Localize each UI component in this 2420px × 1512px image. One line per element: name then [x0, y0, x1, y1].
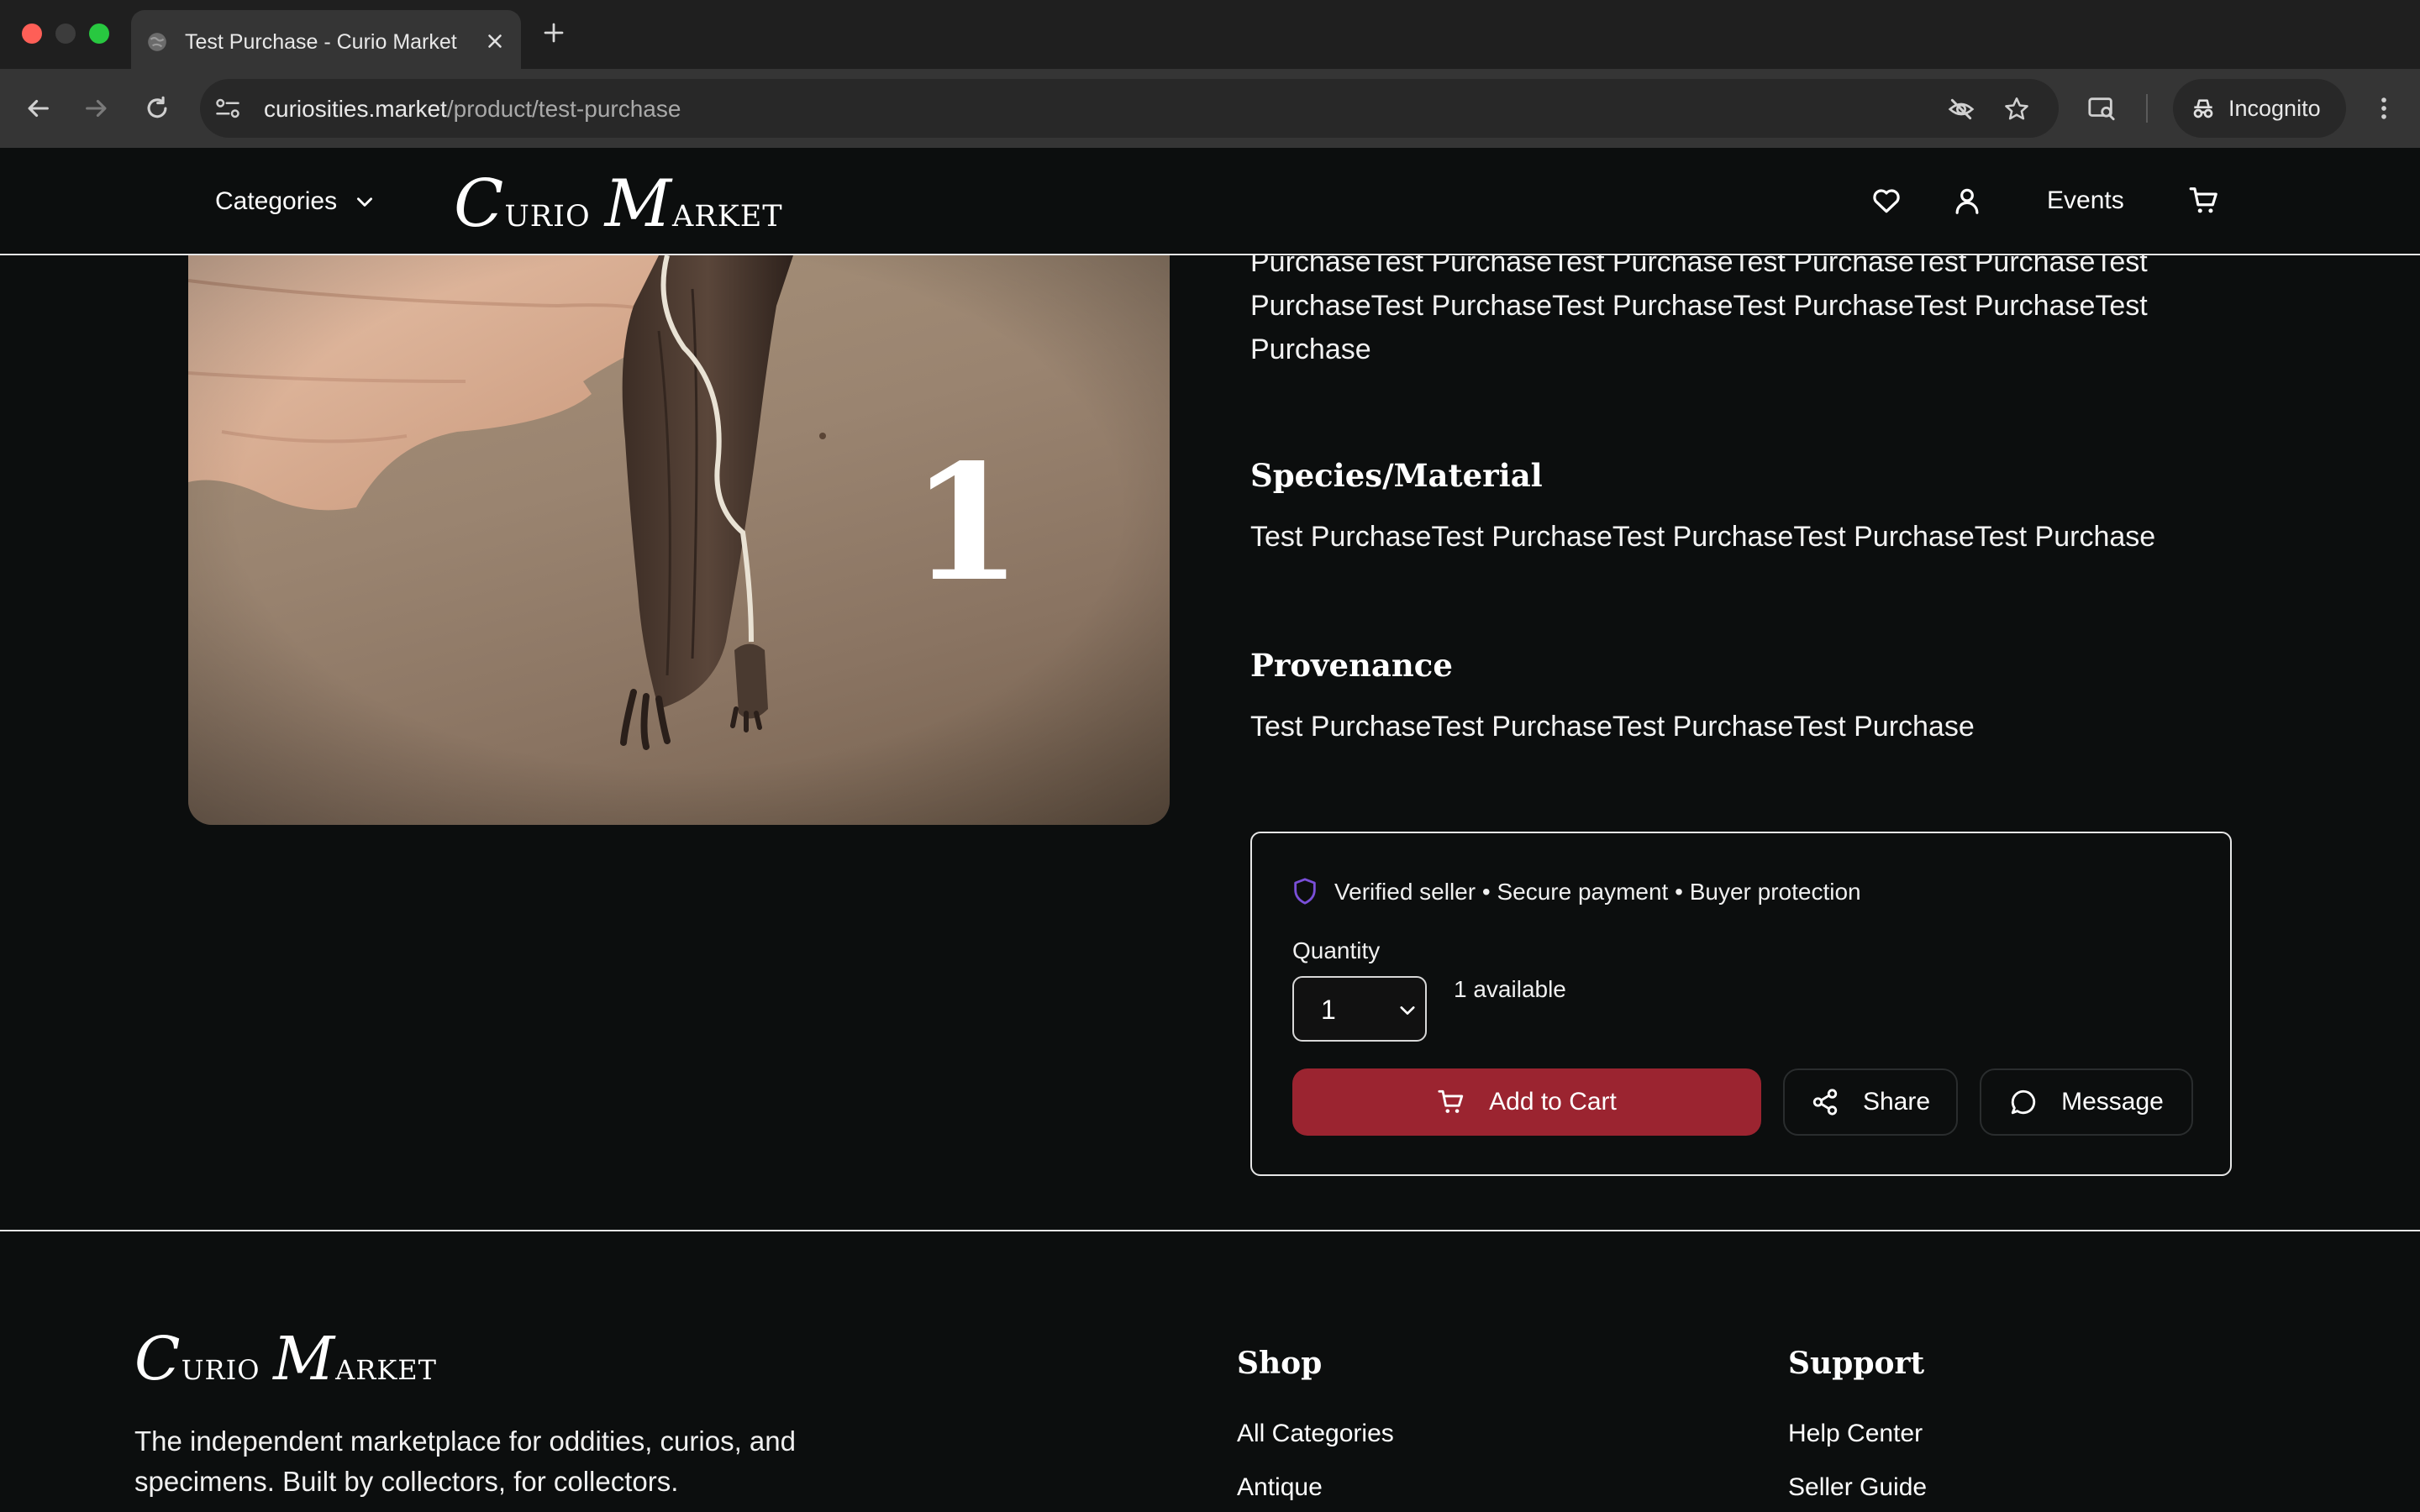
footer-tagline: The independent marketplace for oddities…	[134, 1421, 891, 1502]
quantity-select[interactable]: 1	[1292, 976, 1427, 1042]
message-bubble-icon	[2011, 1089, 2036, 1115]
cart-icon[interactable]	[2188, 185, 2220, 217]
provenance-text: Test PurchaseTest PurchaseTest PurchaseT…	[1250, 711, 1975, 743]
footer-divider	[0, 1230, 2420, 1231]
forward-icon[interactable]	[82, 94, 111, 123]
message-button[interactable]: Message	[1980, 1068, 2193, 1136]
site-logo[interactable]: Curio Market	[454, 166, 783, 242]
address-bar[interactable]: curiosities.market/product/test-purchase	[200, 79, 2059, 138]
logo-word-two: arket	[671, 187, 783, 236]
share-button[interactable]: Share	[1783, 1068, 1958, 1136]
reload-icon[interactable]	[143, 94, 171, 123]
tab-title: Test Purchase - Curio Market	[185, 30, 457, 54]
more-menu-icon[interactable]	[2370, 94, 2398, 123]
incognito-indicator[interactable]: Incognito	[2173, 79, 2346, 138]
description-line: Purchase	[1250, 333, 1371, 365]
toolbar-separator	[2146, 94, 2148, 123]
site-header: Categories Curio Market Events	[0, 148, 2420, 255]
footer-logo-word-two: arket	[335, 1343, 437, 1389]
back-icon[interactable]	[24, 94, 52, 123]
browser-tab-active[interactable]: Test Purchase - Curio Market	[131, 10, 521, 69]
categories-dropdown[interactable]: Categories	[215, 183, 376, 220]
description-line: PurchaseTest PurchaseTest PurchaseTest P…	[1250, 290, 2148, 322]
wishlist-heart-icon[interactable]	[1870, 185, 1902, 217]
product-image[interactable]: 1	[188, 255, 1170, 825]
eye-off-icon[interactable]	[1948, 96, 1975, 123]
message-label: Message	[2061, 1088, 2164, 1116]
product-photo-illustration: 1	[188, 255, 1170, 825]
logo-word-one: urio	[504, 187, 591, 236]
tagline-line: specimens. Built by collectors, for coll…	[134, 1466, 679, 1497]
availability-text: 1 available	[1454, 976, 1566, 1002]
incognito-label: Incognito	[2228, 96, 2321, 121]
window-close-button[interactable]	[22, 24, 42, 44]
footer-logo-initial-c: C	[134, 1324, 182, 1394]
globe-icon	[148, 33, 166, 51]
cart-icon	[1438, 1089, 1464, 1113]
url-path: /product/test-purchase	[446, 96, 681, 122]
logo-initial-m: M	[604, 166, 672, 242]
add-to-cart-label: Add to Cart	[1489, 1088, 1617, 1116]
species-text: Test PurchaseTest PurchaseTest PurchaseT…	[1250, 521, 2156, 553]
new-tab-icon[interactable]	[541, 20, 566, 45]
footer-logo-word-one: urio	[181, 1343, 260, 1389]
incognito-icon	[2193, 99, 2213, 118]
chevron-down-icon	[1400, 1006, 1415, 1015]
share-icon	[1812, 1089, 1838, 1116]
trust-badges-text: Verified seller • Secure payment • Buyer…	[1334, 879, 1861, 905]
tab-search-icon[interactable]	[2087, 94, 2116, 123]
chevron-down-icon	[357, 197, 373, 207]
close-icon[interactable]	[484, 30, 506, 52]
tagline-line: The independent marketplace for oddities…	[134, 1425, 796, 1457]
window-minimize-button[interactable]	[55, 24, 76, 44]
footer-logo[interactable]: Curio Market	[134, 1324, 437, 1394]
product-description: PurchaseTest PurchaseTest PurchaseTest P…	[1250, 240, 2175, 371]
account-user-icon[interactable]	[1951, 185, 1983, 217]
site-info-icon[interactable]	[215, 97, 240, 120]
footer-logo-initial-m: M	[273, 1324, 336, 1394]
share-label: Share	[1862, 1088, 1931, 1116]
footer-link-all-categories[interactable]: All Categories	[1237, 1420, 1394, 1448]
window-maximize-button[interactable]	[89, 24, 109, 44]
quantity-value: 1	[1321, 995, 1336, 1025]
quantity-label: Quantity	[1292, 937, 1381, 963]
footer-link-seller-guide[interactable]: Seller Guide	[1788, 1473, 1927, 1502]
provenance-heading: Provenance	[1250, 647, 1453, 684]
purchase-panel: Verified seller • Secure payment • Buyer…	[1250, 832, 2232, 1176]
url-text: curiosities.market/product/test-purchase	[264, 96, 681, 123]
browser-tab-bar: Test Purchase - Curio Market	[0, 0, 2420, 69]
footer-support-heading: Support	[1788, 1346, 1925, 1381]
footer-shop-heading: Shop	[1237, 1346, 1323, 1381]
url-host: curiosities.market	[264, 96, 447, 122]
browser-toolbar: curiosities.market/product/test-purchase…	[0, 69, 2420, 148]
events-link[interactable]: Events	[2047, 186, 2124, 215]
shield-icon	[1294, 878, 1316, 905]
logo-initial-c: C	[454, 166, 505, 242]
bookmark-star-icon[interactable]	[2003, 96, 2030, 123]
footer-link-help-center[interactable]: Help Center	[1788, 1420, 1923, 1448]
species-heading: Species/Material	[1250, 457, 1543, 494]
add-to-cart-button[interactable]: Add to Cart	[1292, 1068, 1761, 1136]
categories-label: Categories	[215, 187, 338, 215]
footer-link-antique[interactable]: Antique	[1237, 1473, 1323, 1502]
